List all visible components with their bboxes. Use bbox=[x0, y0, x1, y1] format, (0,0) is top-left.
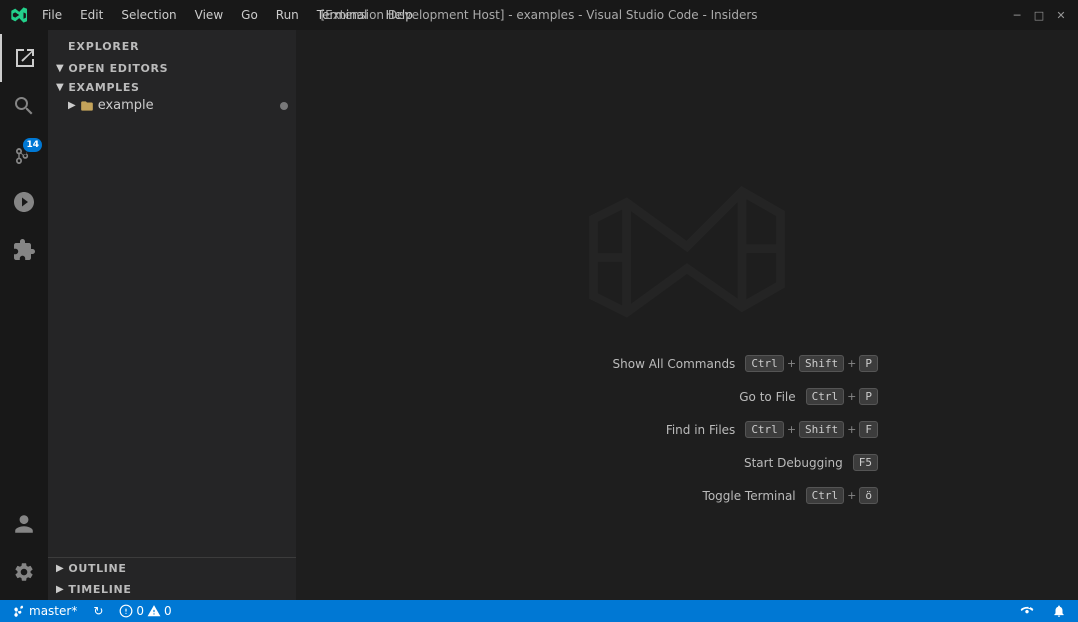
shortcut-keys-1: Ctrl + P bbox=[806, 388, 878, 405]
titlebar-controls: ─ □ ✕ bbox=[1010, 8, 1068, 22]
key-odia: ö bbox=[859, 487, 878, 504]
vscode-logo-icon bbox=[10, 6, 28, 24]
window-title: [Extension Development Host] - examples … bbox=[320, 8, 757, 22]
broadcast-icon bbox=[1020, 604, 1034, 618]
key-f5: F5 bbox=[853, 454, 878, 471]
tree-item-label: example bbox=[98, 98, 154, 113]
main-layout: 14 Explorer bbox=[0, 30, 1078, 600]
menu-go[interactable]: Go bbox=[233, 6, 266, 24]
examples-section[interactable]: ▼ Examples bbox=[48, 78, 296, 97]
shortcut-row-0: Show All Commands Ctrl + Shift + P bbox=[613, 355, 879, 372]
key-p: P bbox=[859, 355, 878, 372]
shortcut-row-2: Find in Files Ctrl + Shift + F bbox=[613, 421, 879, 438]
statusbar: master* ↻ 0 0 bbox=[0, 600, 1078, 622]
search-activity-icon[interactable] bbox=[0, 82, 48, 130]
maximize-button[interactable]: □ bbox=[1032, 8, 1046, 22]
extensions-activity-icon[interactable] bbox=[0, 226, 48, 274]
source-control-badge: 14 bbox=[23, 138, 42, 152]
key-ctrl: Ctrl bbox=[745, 355, 784, 372]
open-editors-section[interactable]: ▼ Open Editors bbox=[48, 59, 296, 78]
errors-count: 0 bbox=[136, 604, 144, 618]
open-editors-label: Open Editors bbox=[68, 62, 168, 75]
tree-item-example[interactable]: ▶ example bbox=[48, 97, 296, 114]
menu-edit[interactable]: Edit bbox=[72, 6, 111, 24]
outline-chevron: ▶ bbox=[56, 563, 64, 574]
sidebar-bottom: ▶ Outline ▶ Timeline bbox=[48, 557, 296, 600]
shortcut-label-3: Start Debugging bbox=[744, 456, 843, 470]
open-editors-chevron: ▼ bbox=[56, 63, 64, 74]
tree-item-chevron: ▶ bbox=[68, 100, 76, 111]
key-ctrl-3: Ctrl bbox=[745, 421, 784, 438]
key-ctrl-5: Ctrl bbox=[806, 487, 845, 504]
key-f: F bbox=[859, 421, 878, 438]
menu-selection[interactable]: Selection bbox=[113, 6, 184, 24]
timeline-chevron: ▶ bbox=[56, 584, 64, 595]
key-shift: Shift bbox=[799, 355, 844, 372]
examples-label: Examples bbox=[68, 81, 139, 94]
sidebar: Explorer ▼ Open Editors ▼ Examples ▶ exa… bbox=[48, 30, 296, 600]
statusbar-right bbox=[1016, 600, 1070, 622]
run-debug-activity-icon[interactable] bbox=[0, 178, 48, 226]
shortcut-label-4: Toggle Terminal bbox=[703, 489, 796, 503]
minimize-button[interactable]: ─ bbox=[1010, 8, 1024, 22]
key-ctrl-2: Ctrl bbox=[806, 388, 845, 405]
shortcut-row-1: Go to File Ctrl + P bbox=[613, 388, 879, 405]
branch-icon bbox=[12, 604, 26, 618]
shortcut-keys-3: F5 bbox=[853, 454, 878, 471]
outline-label: Outline bbox=[68, 562, 126, 575]
activity-bar: 14 bbox=[0, 30, 48, 600]
errors-item[interactable]: 0 0 bbox=[115, 600, 175, 622]
account-activity-icon[interactable] bbox=[0, 500, 48, 548]
shortcut-label-2: Find in Files bbox=[666, 423, 736, 437]
warnings-count: 0 bbox=[164, 604, 172, 618]
timeline-section[interactable]: ▶ Timeline bbox=[48, 579, 296, 600]
shortcut-keys-4: Ctrl + ö bbox=[806, 487, 878, 504]
timeline-label: Timeline bbox=[68, 583, 131, 596]
titlebar: File Edit Selection View Go Run Terminal… bbox=[0, 0, 1078, 30]
sidebar-title: Explorer bbox=[48, 30, 296, 59]
shortcut-keys-2: Ctrl + Shift + F bbox=[745, 421, 878, 438]
key-p-2: P bbox=[859, 388, 878, 405]
source-control-activity-icon[interactable]: 14 bbox=[0, 130, 48, 178]
sync-icon: ↻ bbox=[93, 604, 103, 618]
warning-icon bbox=[147, 604, 161, 618]
shortcut-label-1: Go to File bbox=[739, 390, 795, 404]
bell-item[interactable] bbox=[1048, 600, 1070, 622]
explorer-activity-icon[interactable] bbox=[0, 34, 48, 82]
file-tree: ▶ example bbox=[48, 97, 296, 557]
shortcuts-panel: Show All Commands Ctrl + Shift + P Go to… bbox=[613, 355, 879, 520]
statusbar-left: master* ↻ 0 0 bbox=[8, 600, 176, 622]
folder-icon bbox=[80, 99, 94, 113]
menu-view[interactable]: View bbox=[187, 6, 231, 24]
shortcut-row-4: Toggle Terminal Ctrl + ö bbox=[613, 487, 879, 504]
shortcut-keys-0: Ctrl + Shift + P bbox=[745, 355, 878, 372]
examples-chevron: ▼ bbox=[56, 82, 64, 93]
close-button[interactable]: ✕ bbox=[1054, 8, 1068, 22]
shortcut-row-3: Start Debugging F5 bbox=[613, 454, 879, 471]
bell-icon bbox=[1052, 604, 1066, 618]
branch-label: master* bbox=[29, 604, 77, 618]
menu-run[interactable]: Run bbox=[268, 6, 307, 24]
branch-item[interactable]: master* bbox=[8, 600, 81, 622]
tree-item-dot bbox=[280, 102, 288, 110]
sync-item[interactable]: ↻ bbox=[89, 600, 107, 622]
shortcut-label-0: Show All Commands bbox=[613, 357, 736, 371]
error-icon bbox=[119, 604, 133, 618]
editor-area: Show All Commands Ctrl + Shift + P Go to… bbox=[296, 30, 1078, 600]
activity-bar-bottom bbox=[0, 500, 48, 596]
key-shift-3: Shift bbox=[799, 421, 844, 438]
outline-section[interactable]: ▶ Outline bbox=[48, 558, 296, 579]
menu-file[interactable]: File bbox=[34, 6, 70, 24]
broadcast-item[interactable] bbox=[1016, 600, 1038, 622]
settings-activity-icon[interactable] bbox=[0, 548, 48, 596]
